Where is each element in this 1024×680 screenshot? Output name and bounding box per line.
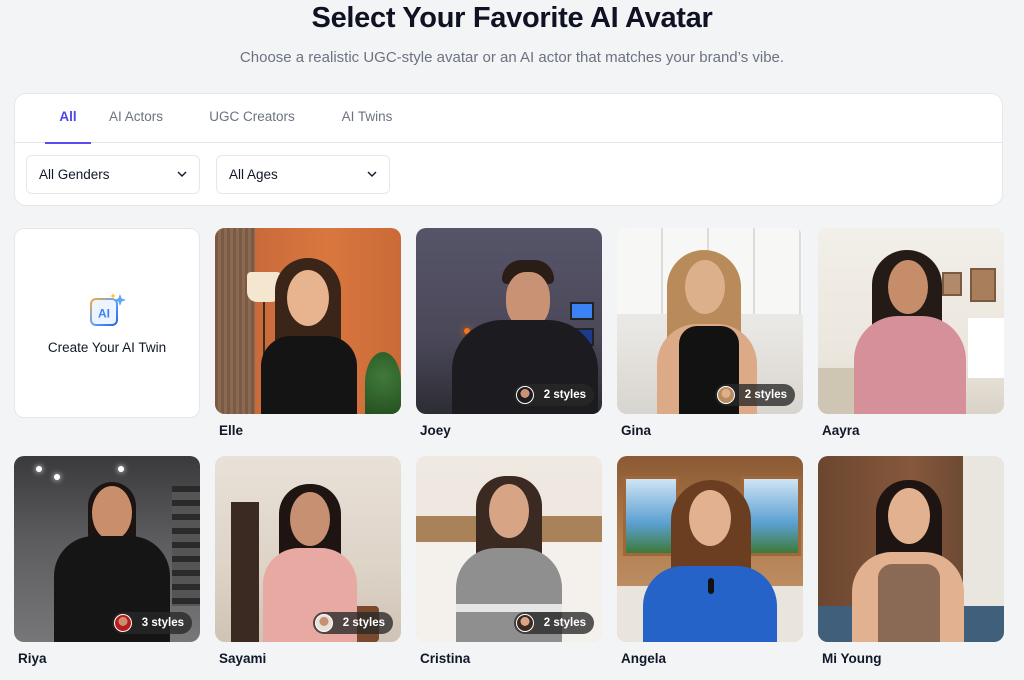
- wall-frame: [970, 268, 996, 302]
- styles-badge: 3 styles: [111, 612, 192, 634]
- avatar-card-elle[interactable]: [215, 228, 401, 414]
- wall-panel: [215, 228, 255, 414]
- styles-count: 3 styles: [141, 617, 184, 629]
- avatar-name-elle: Elle: [219, 423, 244, 438]
- face: [290, 492, 330, 546]
- ceiling-light: [118, 466, 124, 472]
- style-thumbnail: [716, 386, 735, 404]
- microphone: [708, 578, 714, 594]
- gym-rack: [172, 486, 200, 606]
- create-ai-twin-label: Create Your AI Twin: [47, 340, 167, 355]
- avatar-name-joey: Joey: [420, 423, 451, 438]
- sweater-stripe: [456, 604, 562, 612]
- face: [489, 484, 529, 538]
- styles-badge: 2 styles: [513, 384, 594, 406]
- chevron-down-icon: [177, 171, 187, 177]
- ceiling-light: [36, 466, 42, 472]
- wall-frame: [942, 272, 962, 296]
- category-tabs: All AI Actors UGC Creators AI Twins: [15, 94, 1002, 144]
- avatar-name-angela: Angela: [621, 651, 667, 666]
- ai-icon-text: AI: [98, 307, 110, 321]
- gender-select[interactable]: All Genders: [26, 155, 200, 194]
- black-top: [261, 336, 357, 414]
- face: [287, 270, 329, 326]
- avatar-card-mi-young[interactable]: [818, 456, 1004, 642]
- avatar-name-cristina: Cristina: [420, 651, 471, 666]
- face: [92, 486, 132, 540]
- ai-sparkle-icon: AI: [90, 293, 126, 326]
- plant: [365, 352, 401, 414]
- style-thumbnail: [314, 614, 333, 632]
- avatar-card-gina[interactable]: 2 styles: [617, 228, 803, 414]
- tab-ai-twins[interactable]: AI Twins: [339, 94, 395, 143]
- styles-badge: 2 styles: [714, 384, 795, 406]
- age-select[interactable]: All Ages: [216, 155, 390, 194]
- ceiling-light: [54, 474, 60, 480]
- tab-ugc-creators[interactable]: UGC Creators: [209, 94, 295, 143]
- style-thumbnail: [113, 614, 132, 632]
- face: [888, 260, 928, 314]
- monitor: [570, 302, 594, 320]
- create-ai-twin-card[interactable]: AI Create Your AI Twin: [14, 228, 200, 418]
- style-thumbnail: [515, 386, 534, 404]
- doorway: [231, 502, 259, 642]
- styles-badge: 2 styles: [312, 612, 393, 634]
- avatar-card-angela[interactable]: [617, 456, 803, 642]
- styles-count: 2 styles: [744, 389, 787, 401]
- chevron-down-icon: [367, 171, 377, 177]
- tab-all[interactable]: All: [45, 94, 91, 144]
- filter-panel: All AI Actors UGC Creators AI Twins All …: [14, 93, 1003, 206]
- gender-select-value: All Genders: [39, 167, 110, 182]
- avatar-name-gina: Gina: [621, 423, 652, 438]
- page-subtitle: Choose a realistic UGC-style avatar or a…: [239, 49, 785, 66]
- avatar-card-sayami[interactable]: 2 styles: [215, 456, 401, 642]
- avatar-card-riya[interactable]: 3 styles: [14, 456, 200, 642]
- face: [689, 490, 731, 546]
- brown-tank: [878, 564, 940, 642]
- styles-count: 2 styles: [543, 617, 586, 629]
- style-thumbnail: [515, 614, 534, 632]
- avatar-card-joey[interactable]: 2 styles: [416, 228, 602, 414]
- avatar-name-riya: Riya: [18, 651, 47, 666]
- styles-count: 2 styles: [342, 617, 385, 629]
- avatar-card-cristina[interactable]: 2 styles: [416, 456, 602, 642]
- avatar-card-aayra[interactable]: [818, 228, 1004, 414]
- styles-badge: 2 styles: [513, 612, 594, 634]
- age-select-value: All Ages: [229, 167, 278, 182]
- avatar-name-sayami: Sayami: [219, 651, 267, 666]
- fireplace: [968, 318, 1004, 378]
- couch: [818, 368, 858, 414]
- avatar-name-mi-young: Mi Young: [822, 651, 882, 666]
- tab-ai-actors[interactable]: AI Actors: [107, 94, 165, 143]
- face: [685, 260, 725, 314]
- face: [888, 488, 930, 544]
- page-title: Select Your Favorite AI Avatar: [311, 2, 713, 34]
- pink-sweater: [854, 316, 966, 414]
- avatar-name-aayra: Aayra: [822, 423, 860, 438]
- styles-count: 2 styles: [543, 389, 586, 401]
